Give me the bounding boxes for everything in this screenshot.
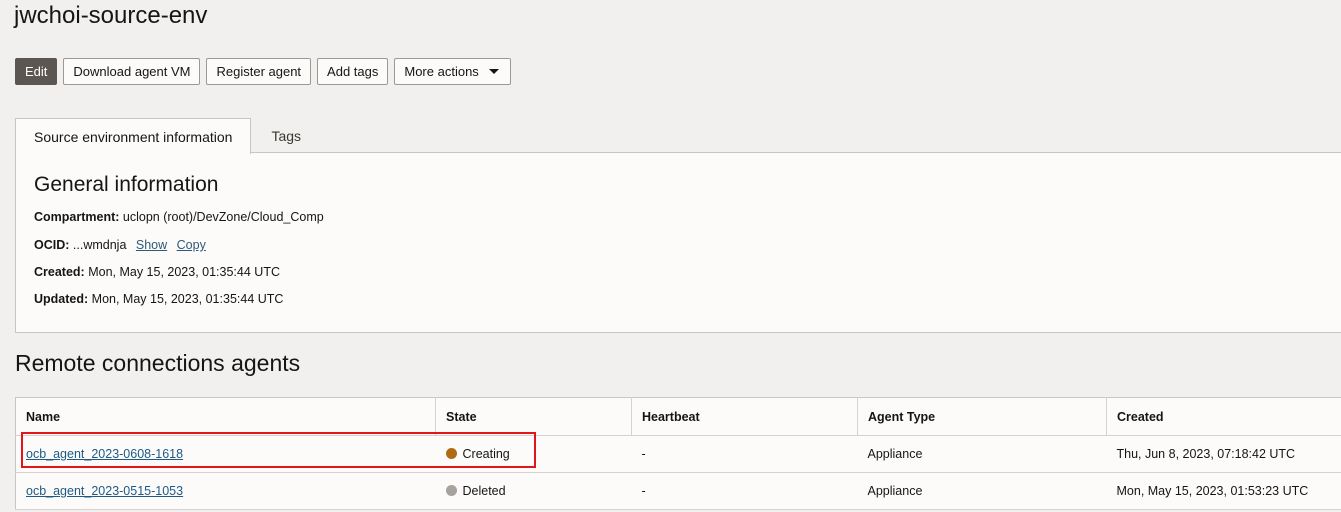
agent-name-cell: ocb_agent_2023-0608-1618	[15, 435, 436, 473]
table-header-row: Name State Heartbeat Agent Type Created	[15, 397, 1341, 436]
general-information-panel: General information Compartment: uclopn …	[15, 152, 1341, 333]
add-tags-button[interactable]: Add tags	[317, 58, 389, 85]
column-header-name[interactable]: Name	[15, 397, 436, 436]
agent-created-cell: Thu, Jun 8, 2023, 07:18:42 UTC	[1106, 435, 1341, 473]
ocid-copy-link[interactable]: Copy	[177, 238, 206, 252]
status-dot-icon	[445, 485, 457, 496]
general-information-heading: General information	[34, 173, 219, 196]
action-toolbar: Edit Download agent VM Register agent Ad…	[15, 58, 511, 85]
edit-button[interactable]: Edit	[15, 58, 58, 85]
agent-state-text: Creating	[462, 447, 510, 461]
agent-name-link[interactable]: ocb_agent_2023-0515-1053	[26, 484, 183, 498]
page-title: jwchoi-source-env	[14, 2, 208, 29]
agent-heartbeat-cell: -	[631, 435, 858, 473]
compartment-value: uclopn (root)/DevZone/Cloud_Comp	[122, 210, 324, 224]
register-agent-button[interactable]: Register agent	[206, 58, 312, 85]
column-header-agent-type[interactable]: Agent Type	[857, 397, 1107, 436]
updated-value: Mon, May 15, 2023, 01:35:44 UTC	[91, 292, 284, 306]
tab-bar: Source environment information Tags	[15, 118, 321, 154]
ocid-row: OCID: ...wmdnja Show Copy	[34, 238, 206, 252]
created-label: Created:	[34, 265, 85, 279]
tab-tags[interactable]: Tags	[251, 118, 321, 153]
column-header-state[interactable]: State	[435, 397, 632, 436]
table-row: ocb_agent_2023-0515-1053 Deleted - Appli…	[15, 472, 1341, 510]
agent-name-cell: ocb_agent_2023-0515-1053	[15, 472, 436, 510]
status-dot-icon	[445, 448, 457, 459]
table-row: ocb_agent_2023-0608-1618 Creating - Appl…	[15, 435, 1341, 473]
updated-row: Updated: Mon, May 15, 2023, 01:35:44 UTC	[34, 292, 283, 306]
remote-agents-heading: Remote connections agents	[15, 350, 301, 376]
agent-created-cell: Mon, May 15, 2023, 01:53:23 UTC	[1106, 472, 1341, 510]
compartment-row: Compartment: uclopn (root)/DevZone/Cloud…	[34, 210, 324, 224]
agent-heartbeat-cell: -	[631, 472, 858, 510]
compartment-label: Compartment:	[34, 210, 120, 224]
agent-name-link[interactable]: ocb_agent_2023-0608-1618	[26, 447, 183, 461]
column-header-heartbeat[interactable]: Heartbeat	[631, 397, 858, 436]
more-actions-button[interactable]: More actions	[394, 58, 511, 85]
caret-down-icon	[488, 69, 499, 74]
agent-type-cell: Appliance	[857, 435, 1107, 473]
agent-state-cell: Creating	[435, 435, 632, 473]
created-row: Created: Mon, May 15, 2023, 01:35:44 UTC	[34, 265, 280, 279]
tab-source-environment-information[interactable]: Source environment information	[15, 118, 252, 154]
ocid-label: OCID:	[34, 238, 70, 252]
column-header-created[interactable]: Created	[1106, 397, 1341, 436]
created-value: Mon, May 15, 2023, 01:35:44 UTC	[88, 265, 280, 279]
agent-state-cell: Deleted	[435, 472, 632, 510]
agent-type-cell: Appliance	[857, 472, 1107, 510]
agents-table: Name State Heartbeat Agent Type Created …	[15, 397, 1341, 510]
ocid-value: ...wmdnja	[72, 238, 127, 252]
agent-state-text: Deleted	[462, 484, 506, 498]
ocid-show-link[interactable]: Show	[136, 238, 167, 252]
more-actions-label: More actions	[404, 64, 479, 79]
updated-label: Updated:	[34, 292, 89, 306]
download-agent-vm-button[interactable]: Download agent VM	[63, 58, 201, 85]
